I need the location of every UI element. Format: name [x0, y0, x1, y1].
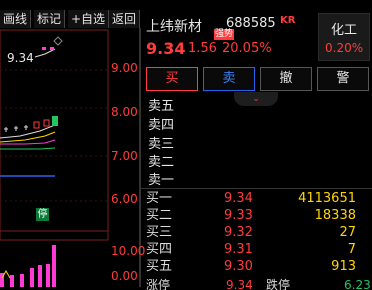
sector-box[interactable]: 化工 0.20%: [318, 13, 370, 61]
candles: [4, 125, 28, 132]
bid-price: 9.33: [224, 208, 253, 223]
bid-row: 买二 9.33 18338: [146, 207, 356, 224]
bid-volume: 913: [331, 259, 356, 274]
bid-price: 9.30: [224, 259, 253, 274]
bid-row: 买五 9.30 913: [146, 258, 356, 275]
sector-name: 化工: [331, 23, 358, 38]
current-price: 9.34: [146, 39, 186, 58]
bid-price: 9.32: [224, 225, 253, 240]
bid-row: 买四 9.31 7: [146, 241, 356, 258]
draw-line-button[interactable]: 画线: [0, 10, 32, 28]
chart-toolbar: 画线 标记 +自选 返回: [0, 10, 140, 28]
kr-tag: KR: [280, 15, 296, 26]
mark-button[interactable]: 标记: [34, 10, 66, 28]
bid-label: 买一: [146, 191, 173, 206]
price-axis-label: 6.00: [111, 192, 138, 206]
buy-button[interactable]: 买: [146, 67, 198, 91]
ask-level: 卖四: [148, 118, 175, 133]
back-button[interactable]: 返回: [109, 10, 140, 28]
bid-label: 买四: [146, 242, 173, 257]
sector-change: 0.20%: [325, 41, 364, 55]
price-change-pct: 20.05%: [222, 41, 272, 56]
bid-price: 9.31: [224, 242, 253, 257]
limit-price-footer: 涨停 9.34 跌停 6.23: [146, 278, 372, 290]
limit-up-value: 9.34: [226, 278, 253, 290]
price-axis-label: 7.00: [111, 149, 138, 163]
price-axis-label: 8.00: [111, 105, 138, 119]
ask-level: 卖三: [148, 137, 175, 152]
ask-level: 卖二: [148, 155, 175, 170]
bid-row: 买三 9.32 27: [146, 224, 356, 241]
bid-volume: 18338: [314, 208, 356, 223]
alert-button[interactable]: 警: [317, 67, 369, 91]
volume-bars: [0, 245, 56, 287]
chevron-down-icon: ⌄: [252, 94, 260, 104]
price-change: 1.56: [188, 41, 217, 56]
strong-badge: 强势: [214, 29, 235, 40]
add-watchlist-button[interactable]: +自选: [68, 10, 110, 28]
limit-down-value: 6.23: [344, 278, 371, 290]
halt-tag: 停: [36, 208, 49, 221]
ma-line-green: [0, 147, 56, 150]
bid-price: 9.34: [224, 191, 253, 206]
bid-volume: 7: [347, 242, 356, 257]
bid-label: 买五: [146, 259, 173, 274]
cancel-order-button[interactable]: 撤: [260, 67, 312, 91]
sell-button[interactable]: 卖: [203, 67, 255, 91]
bid-volume: 27: [339, 225, 356, 240]
bid-label: 买三: [146, 225, 173, 240]
volume-axis-label: 0.00: [111, 269, 138, 283]
bid-label: 买二: [146, 208, 173, 223]
chart-price-label: 9.34: [7, 51, 34, 65]
bid-row: 买一 9.34 4113651: [146, 190, 356, 207]
diamond-marker: [53, 36, 63, 46]
orderbook-divider: [141, 188, 372, 189]
limit-down-label: 跌停: [266, 278, 291, 290]
ask-level: 卖一: [148, 173, 175, 188]
expand-orderbook-handle[interactable]: ⌄: [234, 92, 278, 106]
candle-green: [52, 116, 58, 126]
bid-volume: 4113651: [298, 191, 356, 206]
price-axis-label: 9.00: [111, 61, 138, 75]
ma-line-magenta: [0, 139, 56, 145]
volume-axis-label: 10.00: [111, 244, 146, 258]
ask-level: 卖五: [148, 99, 175, 114]
stock-name: 上纬新材: [146, 19, 202, 35]
limit-up-label: 涨停: [146, 278, 171, 290]
